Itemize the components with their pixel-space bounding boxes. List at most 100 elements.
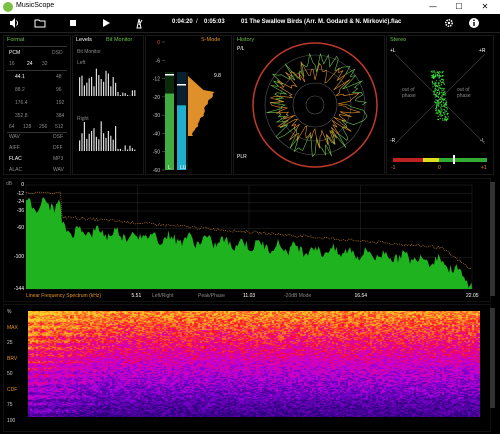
bit-bar bbox=[134, 149, 136, 151]
spectrogram-y-label: 25 bbox=[7, 340, 13, 346]
bit-bar bbox=[105, 137, 107, 151]
time-separator: / bbox=[196, 19, 198, 25]
peak-left bbox=[165, 74, 174, 76]
meter-right-fill bbox=[177, 105, 186, 170]
bit-bar bbox=[93, 86, 95, 96]
maximize-button[interactable]: ☐ bbox=[446, 0, 472, 14]
bit-bar bbox=[100, 121, 102, 151]
meter-lu-label: LU bbox=[180, 165, 187, 171]
format-panel: Format PCM DSD 16 24 32 44.1 48 88.2 96 … bbox=[3, 35, 71, 175]
dsd-label: DSD bbox=[52, 50, 63, 56]
bits-16: 16 bbox=[9, 61, 15, 67]
levels-mode: Bit Monitor bbox=[106, 37, 133, 43]
spectrum-mode-linear[interactable]: Linear Frequency Spectrum (kHz) bbox=[26, 293, 101, 299]
minimize-button[interactable]: — bbox=[420, 0, 446, 14]
bit-bar bbox=[79, 77, 81, 96]
history-panel: History P/L PLR bbox=[233, 35, 385, 175]
rate-44: 44.1 bbox=[15, 74, 25, 80]
bit-bar bbox=[86, 82, 88, 96]
bit-bar bbox=[103, 133, 105, 151]
levels-title: Levels bbox=[76, 37, 92, 43]
correlation-bar-pos bbox=[439, 158, 487, 162]
bit-bar bbox=[112, 77, 114, 96]
bit-bar bbox=[110, 86, 112, 96]
bit-bar bbox=[91, 130, 93, 151]
spectrum-y-tick: 0 bbox=[21, 182, 24, 188]
spectrogram-y-label: 75 bbox=[7, 402, 13, 408]
metronome-icon[interactable] bbox=[133, 17, 145, 29]
play-icon[interactable] bbox=[100, 17, 112, 29]
meter-left-fill bbox=[165, 93, 174, 170]
spectrum-x-tick: 22.05 bbox=[466, 293, 479, 299]
info-icon[interactable] bbox=[468, 17, 480, 29]
total-time: 0:05:03 bbox=[204, 19, 225, 25]
bit-bar bbox=[100, 78, 102, 96]
rate-48: 48 bbox=[56, 74, 62, 80]
bit-bar bbox=[105, 70, 107, 96]
bit-bar bbox=[107, 73, 109, 96]
meter-tick-label: -50 bbox=[153, 150, 160, 156]
bit-bar bbox=[110, 135, 112, 151]
goniometer bbox=[393, 53, 487, 164]
bit-bar bbox=[131, 90, 133, 96]
meter-tick-label: -12 bbox=[153, 77, 160, 83]
bit-bar bbox=[117, 91, 119, 96]
open-folder-icon[interactable] bbox=[34, 17, 46, 29]
gear-icon[interactable] bbox=[443, 17, 455, 29]
meter-tick-label: -20 bbox=[153, 95, 160, 101]
spectrum-graph bbox=[25, 184, 473, 290]
bits-32: 32 bbox=[42, 61, 48, 67]
spectrum-x-tick: 16.54 bbox=[354, 293, 368, 299]
bits-24: 24 bbox=[27, 61, 33, 67]
stereo-panel: Stereo +L +R -R -L out of phase out of p… bbox=[386, 35, 494, 175]
spectrogram-y-label: 100 bbox=[7, 417, 16, 424]
pcm-label: PCM bbox=[9, 50, 21, 56]
spectrum-scrollbar[interactable] bbox=[490, 182, 495, 296]
spectrum-x-tick: 11.03 bbox=[243, 293, 256, 299]
bit-bar bbox=[98, 75, 100, 96]
spectrum-y-tick: -144 bbox=[13, 286, 24, 292]
spectrum-mode-20db[interactable]: -20dB Mode bbox=[284, 293, 311, 299]
bit-bar bbox=[103, 81, 105, 96]
track-title: 01 The Swallow Birds (Arr. M. Godard & N… bbox=[241, 19, 402, 25]
codec-alac: ALAC bbox=[9, 167, 23, 173]
spectrum-y-tick: -24 bbox=[16, 199, 24, 206]
bit-bar bbox=[119, 148, 121, 151]
rate-384: 384 bbox=[56, 113, 65, 119]
meter-tick-label: -60 bbox=[153, 168, 160, 174]
correlation-marker bbox=[453, 155, 455, 164]
meter-tick-label: -6 bbox=[156, 58, 161, 64]
spectrum-mode-lr[interactable]: Left/Right bbox=[152, 293, 173, 299]
bit-bar bbox=[86, 138, 88, 151]
bit-bar bbox=[129, 145, 131, 151]
history-pl-label: P/L bbox=[237, 46, 245, 52]
spectrum-mode-peak[interactable]: Peak/Phase bbox=[198, 293, 225, 299]
stop-icon[interactable] bbox=[67, 17, 79, 29]
bit-bar bbox=[88, 78, 90, 96]
close-button[interactable]: ✕ bbox=[472, 0, 498, 14]
codec-dff: DFF bbox=[53, 145, 63, 151]
dsd-128: 128 bbox=[23, 124, 32, 130]
volume-icon[interactable] bbox=[8, 17, 20, 29]
meter-tick-label: -30 bbox=[153, 113, 160, 119]
spectrogram-y-label: MAX bbox=[7, 324, 18, 331]
spectrum-x-tick: 5.51 bbox=[131, 293, 142, 299]
spectrogram-scrollbar[interactable] bbox=[490, 308, 495, 408]
meter-tick-label: -40 bbox=[153, 131, 160, 137]
meter-l-label: L bbox=[168, 165, 171, 171]
spectrogram-y-label: % bbox=[7, 309, 12, 315]
bit-bar bbox=[117, 148, 119, 151]
history-plr-label: PLR bbox=[237, 154, 247, 160]
bit-bar bbox=[124, 93, 126, 96]
bit-bar bbox=[95, 136, 97, 151]
bit-monitor-display bbox=[79, 68, 136, 151]
bit-bar bbox=[81, 75, 83, 96]
spectrogram-canvas bbox=[28, 311, 480, 417]
bit-bar bbox=[95, 68, 97, 96]
app-icon bbox=[3, 2, 13, 12]
bit-bar bbox=[115, 82, 117, 96]
codec-dsf: DSF bbox=[53, 134, 63, 140]
spectrogram-y-label: BRV bbox=[7, 355, 18, 362]
codec-mp3: MP3 bbox=[53, 156, 64, 162]
codec-flac: FLAC bbox=[9, 156, 22, 162]
